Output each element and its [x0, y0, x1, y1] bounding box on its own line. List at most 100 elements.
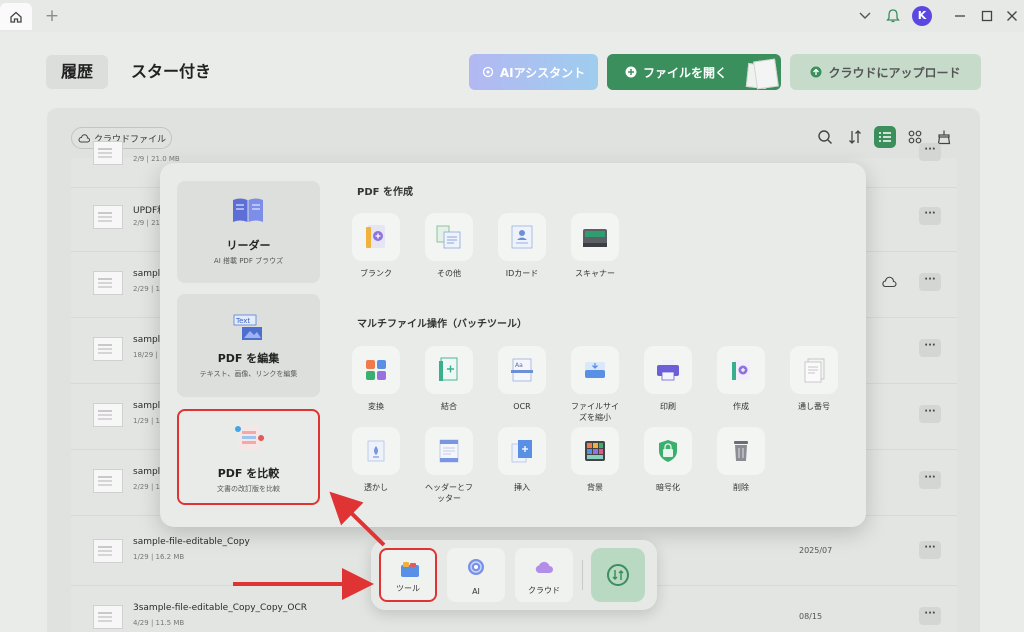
- bell-icon[interactable]: [883, 6, 903, 26]
- more-options-button[interactable]: ···: [919, 207, 941, 225]
- tab-history[interactable]: 履歴: [46, 55, 108, 89]
- ai-sparkle-icon: [482, 66, 494, 78]
- tool-delete[interactable]: 削除: [715, 427, 767, 493]
- file-meta: 4/29 | 11.5 MB: [133, 619, 185, 627]
- dock-ai-button[interactable]: AI: [447, 548, 505, 602]
- home-tab[interactable]: [0, 3, 32, 30]
- tool-scanner[interactable]: スキャナー: [569, 213, 621, 279]
- maximize-icon[interactable]: [977, 6, 997, 26]
- tool-merge[interactable]: 結合: [423, 346, 475, 412]
- more-options-button[interactable]: ···: [919, 541, 941, 559]
- ai-assistant-button[interactable]: AIアシスタント: [469, 54, 598, 90]
- file-name: sample-file-editable_Copy: [133, 537, 250, 547]
- tools-popup: リーダー AI 搭載 PDF ブラウズ Text PDF を編集 テキスト、画像…: [160, 163, 866, 527]
- compress-icon: [585, 362, 605, 378]
- tool-label: 削除: [733, 483, 749, 492]
- compare-pdf-subtitle: 文書の改訂版を比較: [217, 485, 280, 493]
- tool-header-footer[interactable]: ヘッダーとフッター: [423, 427, 475, 504]
- tool-bates-numbering[interactable]: 通し番号: [788, 346, 840, 412]
- more-options-button[interactable]: ···: [919, 143, 941, 161]
- tool-print[interactable]: 印刷: [642, 346, 694, 412]
- file-thumbnail: [93, 337, 123, 361]
- scanner-icon: [583, 229, 607, 247]
- edit-pdf-card[interactable]: Text PDF を編集 テキスト、画像、リンクを編集: [177, 294, 320, 397]
- id-card-icon: [511, 225, 533, 249]
- create-batch-icon: [732, 360, 750, 380]
- more-options-button[interactable]: ···: [919, 471, 941, 489]
- tool-insert[interactable]: 挿入: [496, 427, 548, 493]
- tool-label: ファイルサイズを縮小: [571, 402, 619, 422]
- batch-tools-heading: マルチファイル操作（バッチツール）: [357, 319, 527, 330]
- compare-pdf-title: PDF を比較: [217, 467, 280, 480]
- tool-blank[interactable]: ブランク: [350, 213, 402, 279]
- dock-cloud-label: クラウド: [528, 586, 560, 595]
- file-thumbnail: [93, 403, 123, 427]
- cloud-icon: [535, 561, 553, 573]
- upload-cloud-button[interactable]: クラウドにアップロード: [790, 54, 981, 90]
- open-file-button[interactable]: ファイルを開く: [607, 54, 781, 90]
- edit-pdf-title: PDF を編集: [217, 352, 280, 365]
- tool-label: 作成: [733, 402, 749, 411]
- chevron-down-icon[interactable]: [855, 6, 875, 26]
- tool-id-card[interactable]: IDカード: [496, 213, 548, 279]
- watermark-icon: [367, 440, 385, 462]
- lock-icon: [659, 440, 677, 462]
- file-meta: 2/9 | 21.0 MB: [133, 155, 180, 163]
- tool-label: その他: [437, 269, 461, 278]
- tool-label: 変換: [368, 402, 384, 411]
- document-decoration: [753, 58, 779, 90]
- sync-button[interactable]: [591, 548, 645, 602]
- home-icon: [10, 11, 22, 23]
- file-thumbnail: [93, 605, 123, 629]
- new-tab-button[interactable]: +: [42, 6, 62, 26]
- tool-background[interactable]: 背景: [569, 427, 621, 493]
- close-icon[interactable]: [1002, 6, 1022, 26]
- file-date: 2025/07: [799, 546, 833, 555]
- more-options-button[interactable]: ···: [919, 339, 941, 357]
- tool-label: 印刷: [660, 402, 676, 411]
- trash-icon: [734, 441, 748, 461]
- tool-label: ヘッダーとフッター: [425, 483, 473, 503]
- file-thumbnail: [93, 141, 123, 165]
- minimize-icon[interactable]: [950, 6, 970, 26]
- tab-starred[interactable]: スター付き: [131, 55, 211, 89]
- tool-create[interactable]: 作成: [715, 346, 767, 412]
- dock-tools-button[interactable]: ツール: [379, 548, 437, 602]
- tool-ocr[interactable]: Aa OCR: [496, 346, 548, 412]
- tool-watermark[interactable]: 透かし: [350, 427, 402, 493]
- tool-label: 暗号化: [656, 483, 680, 492]
- more-options-button[interactable]: ···: [919, 607, 941, 625]
- tool-encrypt[interactable]: 暗号化: [642, 427, 694, 493]
- more-options-button[interactable]: ···: [919, 273, 941, 291]
- dock-tools-label: ツール: [396, 584, 420, 593]
- bottom-dock: ツール AI クラウド: [371, 540, 657, 610]
- title-bar: + K: [0, 0, 1024, 32]
- file-meta: 1/29 | 16.2 MB: [133, 553, 185, 561]
- edit-pdf-subtitle: テキスト、画像、リンクを編集: [199, 370, 298, 378]
- upload-icon: [810, 66, 822, 78]
- svg-text:Text: Text: [235, 317, 250, 325]
- blank-page-icon: [366, 225, 385, 248]
- sync-icon: [607, 564, 629, 586]
- edit-text-icon: Text: [233, 314, 262, 340]
- tool-other[interactable]: その他: [423, 213, 475, 279]
- file-thumbnail: [93, 205, 123, 229]
- compare-pdf-card[interactable]: PDF を比較 文書の改訂版を比較: [177, 409, 320, 505]
- dock-ai-label: AI: [472, 587, 480, 596]
- svg-text:Aa: Aa: [515, 362, 523, 369]
- ai-orb-icon: [468, 559, 484, 575]
- upload-cloud-label: クラウドにアップロード: [828, 65, 961, 80]
- reader-card[interactable]: リーダー AI 搭載 PDF ブラウズ: [177, 181, 320, 283]
- compare-icon: [235, 426, 265, 450]
- dock-cloud-button[interactable]: クラウド: [515, 548, 573, 602]
- tool-convert[interactable]: 変換: [350, 346, 402, 412]
- avatar[interactable]: K: [912, 6, 932, 26]
- tool-label: 結合: [441, 402, 457, 411]
- printer-icon: [657, 360, 679, 381]
- more-options-button[interactable]: ···: [919, 405, 941, 423]
- file-thumbnail: [93, 539, 123, 563]
- tool-compress[interactable]: ファイルサイズを縮小: [569, 346, 621, 423]
- tool-label: OCR: [513, 402, 531, 411]
- plus-circle-icon: [625, 66, 637, 78]
- numbering-icon: [804, 358, 825, 383]
